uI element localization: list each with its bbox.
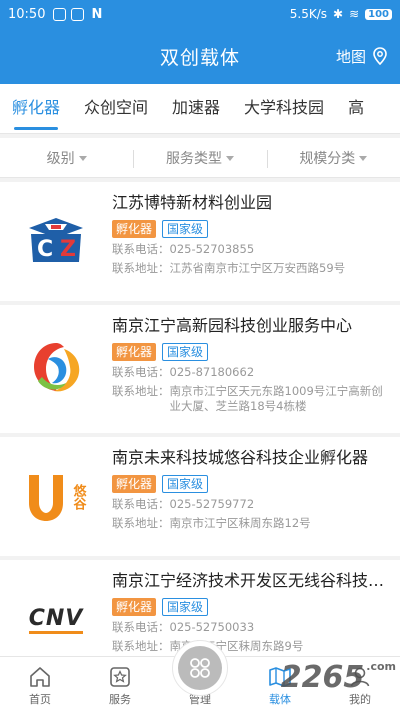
map-button[interactable]: 地图 (336, 28, 388, 84)
phone-label: 联系电话： (112, 620, 170, 634)
level-tag: 国家级 (162, 475, 209, 493)
caret-down-icon (225, 156, 234, 161)
filter-service-type-label: 服务类型 (165, 150, 222, 167)
home-icon (30, 667, 50, 687)
watermark: 2265 .com (281, 660, 396, 695)
nav-home[interactable]: 首页 (0, 657, 80, 711)
listing-name: 南京未来科技城悠谷科技企业孵化器 (112, 448, 369, 467)
caret-down-icon (78, 156, 87, 161)
filter-level[interactable]: 级别 (0, 148, 133, 168)
nav-service[interactable]: 服务 (80, 657, 160, 711)
filter-scale-label: 规模分类 (299, 150, 356, 167)
n-icon: N (91, 6, 103, 22)
listing-name: 南京江宁经济技术开发区无线谷科技孵化器 (112, 571, 388, 590)
svg-text:Z: Z (60, 237, 76, 262)
list-item[interactable]: 悠谷 南京未来科技城悠谷科技企业孵化器 孵化器 国家级 联系电话：025-527… (0, 437, 400, 556)
manage-center-button[interactable] (172, 640, 228, 696)
caret-down-icon (359, 156, 368, 161)
watermark-suffix: .com (366, 660, 396, 673)
address-value: 江苏省南京市江宁区万安西路59号 (169, 261, 346, 275)
list-item[interactable]: C Z 江苏博特新材料创业园 孵化器 国家级 联系电话：025-52703855… (0, 182, 400, 301)
filter-scale[interactable]: 规模分类 (266, 148, 400, 168)
star-icon (110, 667, 130, 687)
phone-value: 025-52759772 (169, 497, 255, 511)
bluetooth-icon: ✱ (333, 7, 344, 21)
category-tabs: 孵化器 众创空间 加速器 大学科技园 高 (0, 84, 400, 134)
tab-university-park[interactable]: 大学科技园 (232, 84, 336, 133)
address-label: 联系地址： (112, 639, 170, 653)
phone-label: 联系电话： (112, 242, 170, 256)
level-tag: 国家级 (162, 598, 209, 616)
type-tag: 孵化器 (112, 343, 157, 361)
phone-label: 联系电话： (112, 365, 170, 379)
cnv-logo-text: CNV (28, 606, 84, 634)
tab-maker-space[interactable]: 众创空间 (72, 84, 160, 133)
watermark-text: 2265 (280, 660, 365, 695)
notification-icon (53, 7, 67, 21)
listing-name: 江苏博特新材料创业园 (112, 193, 273, 212)
address-value: 南京市江宁区秣周东路12号 (169, 516, 311, 530)
phone-value: 025-52703855 (169, 242, 255, 256)
type-tag: 孵化器 (112, 220, 157, 238)
page-title: 双创载体 (159, 46, 240, 69)
u-logo-text: 悠谷 (70, 483, 86, 510)
level-tag: 国家级 (162, 343, 209, 361)
map-label: 地图 (335, 47, 366, 66)
app-icon (71, 7, 85, 21)
tab-more[interactable]: 高 (336, 84, 376, 133)
u-mark-icon (28, 474, 63, 521)
tab-accelerator[interactable]: 加速器 (160, 84, 232, 133)
swirl-logo (0, 305, 112, 433)
status-bar: 10:50 N 5.5K/s ✱ ≋ 100 (0, 0, 400, 28)
nav-home-label: 首页 (29, 693, 51, 706)
location-pin-icon (373, 47, 387, 65)
level-tag: 国家级 (162, 220, 209, 238)
battery-icon: 100 (365, 8, 392, 20)
status-time: 10:50 (8, 6, 46, 22)
filter-service-type[interactable]: 服务类型 (133, 148, 266, 168)
wifi-icon: ≋ (349, 7, 360, 21)
tab-incubator[interactable]: 孵化器 (0, 84, 72, 133)
carrier-list: C Z 江苏博特新材料创业园 孵化器 国家级 联系电话：025-52703855… (0, 182, 400, 656)
nav-service-label: 服务 (109, 693, 131, 706)
list-item[interactable]: 南京江宁高新园科技创业服务中心 孵化器 国家级 联系电话：025-8718066… (0, 305, 400, 433)
grid-icon (178, 646, 222, 690)
cnv-logo: CNV (0, 560, 112, 656)
type-tag: 孵化器 (112, 598, 157, 616)
filter-level-label: 级别 (46, 150, 75, 167)
type-tag: 孵化器 (112, 475, 157, 493)
filter-bar: 级别 服务类型 规模分类 (0, 138, 400, 178)
address-value: 南京市江宁区天元东路1009号江宁高新创业大厦、芝兰路18号4栋楼 (169, 384, 383, 413)
app-bar: 双创载体 地图 (0, 28, 400, 84)
listing-name: 南京江宁高新园科技创业服务中心 (112, 316, 353, 335)
address-label: 联系地址： (112, 261, 170, 275)
address-label: 联系地址： (112, 516, 170, 530)
network-speed: 5.5K/s (289, 7, 327, 21)
address-label: 联系地址： (112, 384, 170, 398)
u-logo: 悠谷 (0, 437, 112, 556)
svg-text:C: C (37, 237, 53, 262)
cz-logo: C Z (0, 182, 112, 301)
phone-label: 联系电话： (112, 497, 170, 511)
phone-value: 025-87180662 (169, 365, 255, 379)
phone-value: 025-52750033 (169, 620, 255, 634)
